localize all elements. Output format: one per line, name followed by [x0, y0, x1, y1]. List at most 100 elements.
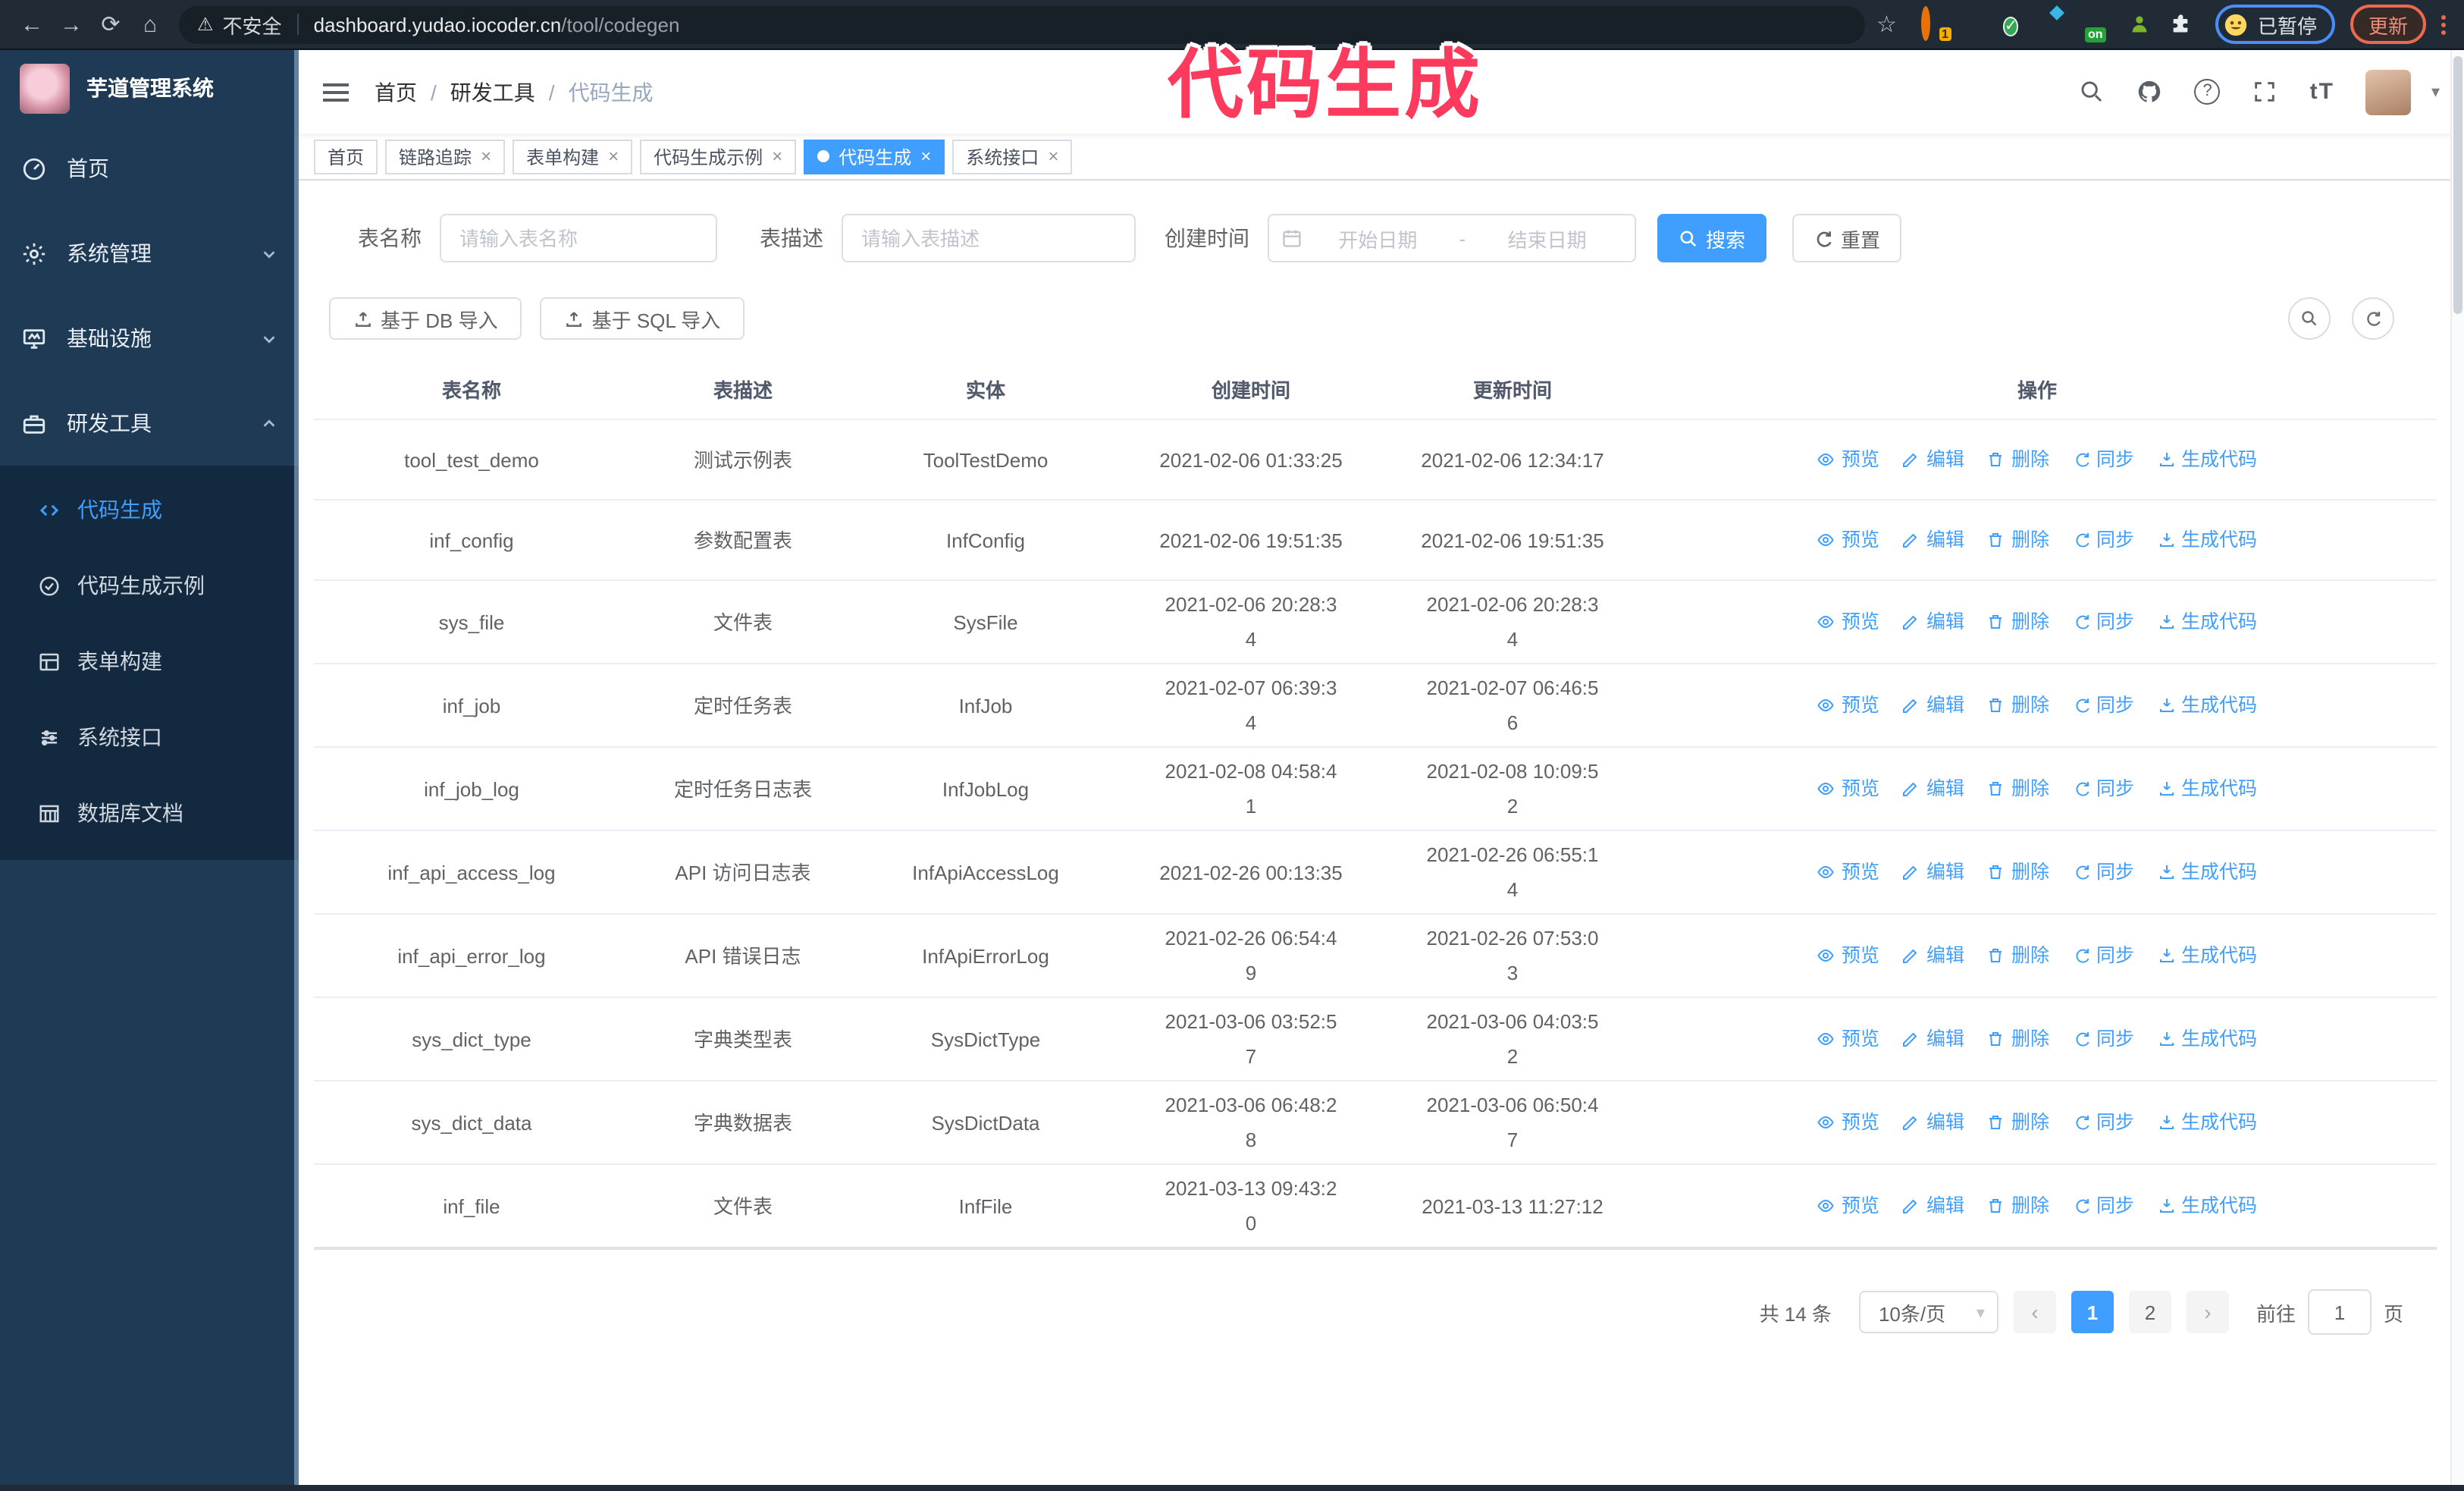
delete-link[interactable]: 删除 — [1987, 604, 2049, 639]
sync-link[interactable]: 同步 — [2072, 1105, 2134, 1140]
sync-link[interactable]: 同步 — [2072, 938, 2134, 973]
browser-forward-icon[interactable]: → — [52, 11, 91, 37]
edit-link[interactable]: 编辑 — [1902, 938, 1964, 973]
submenu-item-db-doc[interactable]: 数据库文档 — [0, 775, 299, 851]
tab-3[interactable]: 代码生成示例 × — [640, 139, 797, 174]
tab-5[interactable]: 系统接口 × — [952, 139, 1073, 174]
close-icon[interactable]: × — [481, 146, 491, 167]
reset-button[interactable]: 重置 — [1792, 214, 1902, 262]
extension-grid-icon[interactable] — [2044, 11, 2071, 38]
import-sql-button[interactable]: 基于 SQL 导入 — [540, 297, 745, 340]
github-icon[interactable] — [2137, 79, 2163, 105]
preview-link[interactable]: 预览 — [1817, 938, 1879, 973]
sync-link[interactable]: 同步 — [2072, 855, 2134, 890]
sidebar-item-devtools[interactable]: 研发工具 — [0, 381, 299, 466]
submenu-item-codegen[interactable]: 代码生成 — [0, 472, 299, 548]
edit-link[interactable]: 编辑 — [1902, 688, 1964, 723]
preview-link[interactable]: 预览 — [1817, 442, 1879, 477]
tab-0[interactable]: 首页 — [314, 139, 378, 174]
preview-link[interactable]: 预览 — [1817, 604, 1879, 639]
font-size-icon[interactable]: tT — [2310, 79, 2334, 105]
preview-link[interactable]: 预览 — [1817, 688, 1879, 723]
extensions-puzzle-icon[interactable] — [2167, 11, 2194, 38]
edit-link[interactable]: 编辑 — [1902, 523, 1964, 557]
preview-link[interactable]: 预览 — [1817, 1188, 1879, 1223]
date-range-picker[interactable]: 开始日期 - 结束日期 — [1268, 214, 1636, 262]
sync-link[interactable]: 同步 — [2072, 604, 2134, 639]
generate-code-link[interactable]: 生成代码 — [2157, 442, 2257, 477]
edit-link[interactable]: 编辑 — [1902, 1105, 1964, 1140]
fullscreen-icon[interactable] — [2252, 79, 2278, 105]
next-page-button[interactable]: › — [2186, 1291, 2229, 1333]
page-button-1[interactable]: 1 — [2071, 1291, 2114, 1333]
breadcrumb-home[interactable]: 首页 — [375, 77, 417, 107]
bookmark-star-icon[interactable]: ☆ — [1876, 11, 1897, 38]
delete-link[interactable]: 删除 — [1987, 938, 2049, 973]
edit-link[interactable]: 编辑 — [1902, 442, 1964, 477]
sync-link[interactable]: 同步 — [2072, 688, 2134, 723]
delete-link[interactable]: 删除 — [1987, 1188, 2049, 1223]
extension-check-icon[interactable]: ✓ — [2002, 11, 2030, 38]
page-button-2[interactable]: 2 — [2128, 1291, 2171, 1333]
prev-page-button[interactable]: ‹ — [2013, 1291, 2056, 1333]
goto-page-input[interactable]: 1 — [2307, 1289, 2372, 1335]
delete-link[interactable]: 删除 — [1987, 1022, 2049, 1056]
generate-code-link[interactable]: 生成代码 — [2157, 523, 2257, 557]
sidebar-item-home[interactable]: 首页 — [0, 126, 299, 211]
breadcrumb-devtools[interactable]: 研发工具 — [450, 77, 535, 107]
browser-reload-icon[interactable]: ⟳ — [91, 11, 130, 38]
delete-link[interactable]: 删除 — [1987, 523, 2049, 557]
preview-link[interactable]: 预览 — [1817, 855, 1879, 890]
sync-link[interactable]: 同步 — [2072, 771, 2134, 806]
insecure-warning-icon[interactable]: ⚠ — [197, 14, 214, 35]
generate-code-link[interactable]: 生成代码 — [2157, 604, 2257, 639]
toggle-search-button[interactable] — [2288, 297, 2331, 340]
page-size-select[interactable]: 10条/页 ▾ — [1858, 1291, 1998, 1333]
edit-link[interactable]: 编辑 — [1902, 1022, 1964, 1056]
delete-link[interactable]: 删除 — [1987, 771, 2049, 806]
avatar-caret-icon[interactable]: ▾ — [2431, 82, 2440, 102]
sync-link[interactable]: 同步 — [2072, 1188, 2134, 1223]
extension-diamond-icon[interactable] — [1962, 11, 1989, 38]
generate-code-link[interactable]: 生成代码 — [2157, 688, 2257, 723]
generate-code-link[interactable]: 生成代码 — [2157, 1105, 2257, 1140]
paused-badge[interactable]: 已暂停 — [2215, 5, 2335, 44]
close-icon[interactable]: × — [920, 146, 931, 167]
search-button[interactable]: 搜索 — [1657, 214, 1767, 262]
extension-orange-icon[interactable]: 1 — [1920, 6, 1951, 41]
sync-link[interactable]: 同步 — [2072, 523, 2134, 557]
generate-code-link[interactable]: 生成代码 — [2157, 1022, 2257, 1056]
preview-link[interactable]: 预览 — [1817, 771, 1879, 806]
tab-2[interactable]: 表单构建 × — [513, 139, 633, 174]
browser-home-icon[interactable]: ⌂ — [130, 11, 170, 37]
edit-link[interactable]: 编辑 — [1902, 1188, 1964, 1223]
browser-back-icon[interactable]: ← — [12, 11, 52, 37]
sidebar-item-infra[interactable]: 基础设施 — [0, 296, 299, 381]
generate-code-link[interactable]: 生成代码 — [2157, 1188, 2257, 1223]
edit-link[interactable]: 编辑 — [1902, 604, 1964, 639]
sidebar-item-system[interactable]: 系统管理 — [0, 211, 299, 296]
scrollbar-thumb[interactable] — [2453, 56, 2462, 314]
logo[interactable]: 芋道管理系统 — [0, 50, 299, 126]
generate-code-link[interactable]: 生成代码 — [2157, 855, 2257, 890]
generate-code-link[interactable]: 生成代码 — [2157, 938, 2257, 973]
sync-link[interactable]: 同步 — [2072, 442, 2134, 477]
tab-4[interactable]: 代码生成 × — [804, 139, 945, 174]
edit-link[interactable]: 编辑 — [1902, 855, 1964, 890]
address-bar[interactable]: ⚠ 不安全 dashboard.yudao.iocoder.cn /tool/c… — [179, 5, 1865, 43]
close-icon[interactable]: × — [772, 146, 782, 167]
search-icon[interactable] — [2080, 79, 2105, 105]
submenu-item-codegen-demo[interactable]: 代码生成示例 — [0, 548, 299, 623]
submenu-item-system-api[interactable]: 系统接口 — [0, 699, 299, 775]
preview-link[interactable]: 预览 — [1817, 1022, 1879, 1056]
delete-link[interactable]: 删除 — [1987, 688, 2049, 723]
generate-code-link[interactable]: 生成代码 — [2157, 771, 2257, 806]
submenu-item-form-builder[interactable]: 表单构建 — [0, 623, 299, 699]
extension-on-icon[interactable]: on — [2084, 11, 2112, 42]
edit-link[interactable]: 编辑 — [1902, 771, 1964, 806]
user-avatar[interactable] — [2365, 69, 2412, 115]
help-icon[interactable]: ? — [2194, 79, 2221, 105]
sync-link[interactable]: 同步 — [2072, 1022, 2134, 1056]
delete-link[interactable]: 删除 — [1987, 855, 2049, 890]
table-desc-input[interactable] — [842, 214, 1136, 262]
